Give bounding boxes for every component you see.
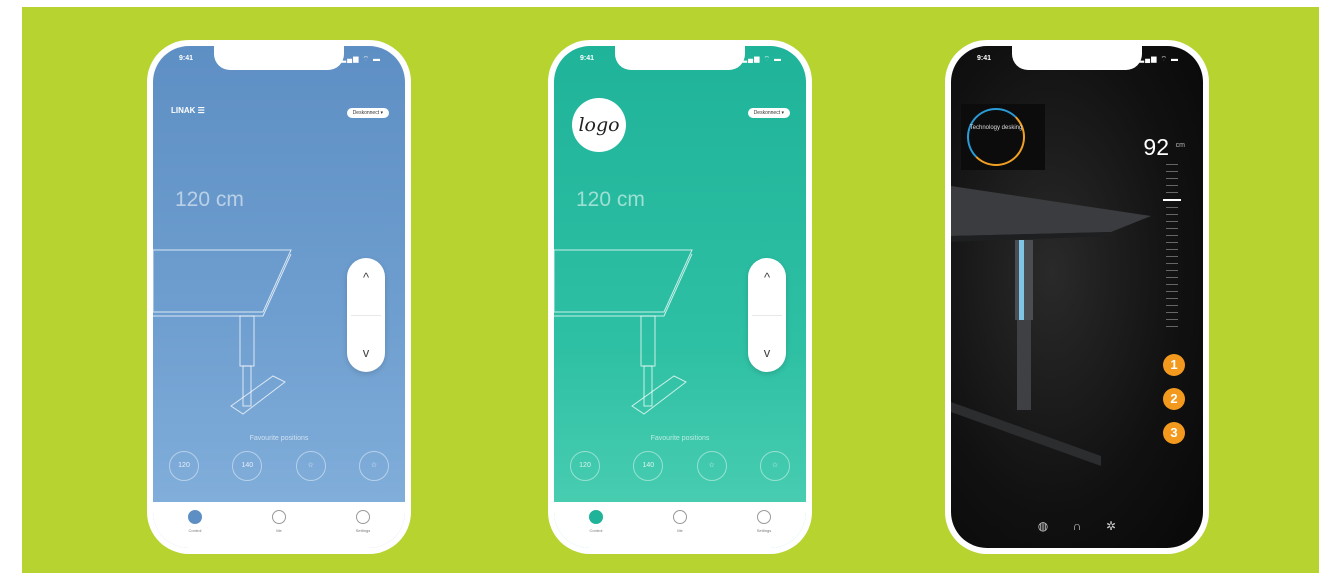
gear-icon — [757, 510, 771, 524]
height-readout: 120 cm — [576, 188, 645, 211]
height-readout: 92 — [1143, 134, 1169, 160]
divider — [351, 315, 381, 316]
user-icon — [673, 510, 687, 524]
lower-button[interactable]: v — [347, 345, 385, 360]
favourite-4[interactable]: ☆ — [358, 451, 389, 481]
phone-mockup-teal: 9:41 ▂▄▆ ⌔ ▬ logo Deskonnect ▾ 120 cm ^ … — [548, 40, 812, 554]
user-icon — [272, 510, 286, 524]
favourite-2[interactable]: 140 — [633, 451, 664, 481]
raise-button[interactable]: ^ — [748, 270, 786, 285]
status-time: 9:41 — [179, 55, 194, 62]
height-ruler[interactable] — [1163, 164, 1181, 333]
tab-control[interactable]: Control — [571, 510, 621, 548]
app-screen: 9:41 ▂▄▆ ⌔ ▬ logo Deskonnect ▾ 120 cm ^ … — [554, 46, 806, 548]
globe-icon[interactable]: ◍ — [1037, 520, 1049, 532]
tab-me[interactable]: Me — [254, 510, 304, 548]
favourite-3[interactable]: ☆ — [295, 451, 326, 481]
preset-2-button[interactable]: 2 — [1163, 388, 1185, 410]
desk-photo — [951, 186, 1151, 466]
favourite-1[interactable]: 120 — [570, 451, 600, 481]
tab-label: Control — [589, 528, 603, 533]
brand-badge: Technology desking — [961, 104, 1045, 170]
brand-text: Technology desking — [969, 125, 1023, 131]
gear-icon[interactable]: ✲ — [1105, 520, 1117, 532]
bottom-toolbar: ◍ ∩ ✲ — [951, 520, 1203, 532]
gear-icon — [356, 510, 370, 524]
notch — [214, 46, 344, 70]
lower-button[interactable]: v — [748, 345, 786, 360]
tab-label: Me — [677, 528, 683, 533]
tab-label: Settings — [756, 528, 772, 533]
notch — [615, 46, 745, 70]
status-icons: ▂▄▆ ⌔ ▬ — [741, 56, 782, 63]
tab-label: Control — [188, 528, 202, 533]
height-control: ^ v — [748, 258, 786, 372]
favourites-label: Favourite positions — [249, 435, 309, 442]
desk-illustration — [554, 249, 693, 415]
preset-3-button[interactable]: 3 — [1163, 422, 1185, 444]
favourite-3[interactable]: ☆ — [696, 451, 727, 481]
app-screen: 9:41 ▂▄▆ ⌔ ▬ Technology desking 92 cm 1 … — [951, 46, 1203, 548]
tab-bar: Control Me Settings — [554, 502, 806, 548]
device-selector[interactable]: Deskonnect ▾ — [346, 108, 389, 118]
height-unit: cm — [1175, 142, 1185, 149]
favourite-4[interactable]: ☆ — [759, 451, 790, 481]
tab-settings[interactable]: Settings — [739, 510, 789, 548]
desk-illustration — [153, 249, 292, 415]
brand-ring-icon — [967, 108, 1025, 166]
preset-list: 1 2 3 — [1163, 354, 1185, 456]
height-control: ^ v — [347, 258, 385, 372]
preset-1-button[interactable]: 1 — [1163, 354, 1185, 376]
favourite-1[interactable]: 120 — [169, 451, 199, 481]
headset-icon[interactable]: ∩ — [1071, 520, 1083, 532]
tab-label: Settings — [355, 528, 371, 533]
favourites-label: Favourite positions — [650, 435, 710, 442]
divider — [752, 315, 782, 316]
status-time: 9:41 — [580, 55, 595, 62]
raise-button[interactable]: ^ — [347, 270, 385, 285]
favourite-2[interactable]: 140 — [232, 451, 263, 481]
tab-control[interactable]: Control — [170, 510, 220, 548]
favourites-row: 120 140 ☆ ☆ — [570, 451, 790, 481]
tab-label: Me — [276, 528, 282, 533]
tab-bar: Control Me Settings — [153, 502, 405, 548]
tab-me[interactable]: Me — [655, 510, 705, 548]
tab-settings[interactable]: Settings — [338, 510, 388, 548]
notch — [1012, 46, 1142, 70]
phone-mockup-dark: 9:41 ▂▄▆ ⌔ ▬ Technology desking 92 cm 1 … — [945, 40, 1209, 554]
status-icons: ▂▄▆ ⌔ ▬ — [340, 56, 381, 63]
phone-mockup-blue: 9:41 ▂▄▆ ⌔ ▬ LINAK ☰ Deskonnect ▾ 120 cm… — [147, 40, 411, 554]
status-time: 9:41 — [977, 55, 992, 62]
brand-label[interactable]: LINAK ☰ — [171, 106, 205, 115]
favourites-row: 120 140 ☆ ☆ — [169, 451, 389, 481]
control-icon — [589, 510, 603, 524]
height-readout: 120 cm — [175, 188, 244, 211]
app-screen: 9:41 ▂▄▆ ⌔ ▬ LINAK ☰ Deskonnect ▾ 120 cm… — [153, 46, 405, 548]
control-icon — [188, 510, 202, 524]
status-icons: ▂▄▆ ⌔ ▬ — [1138, 56, 1179, 63]
device-selector[interactable]: Deskonnect ▾ — [747, 108, 790, 118]
company-logo: logo — [572, 98, 626, 152]
